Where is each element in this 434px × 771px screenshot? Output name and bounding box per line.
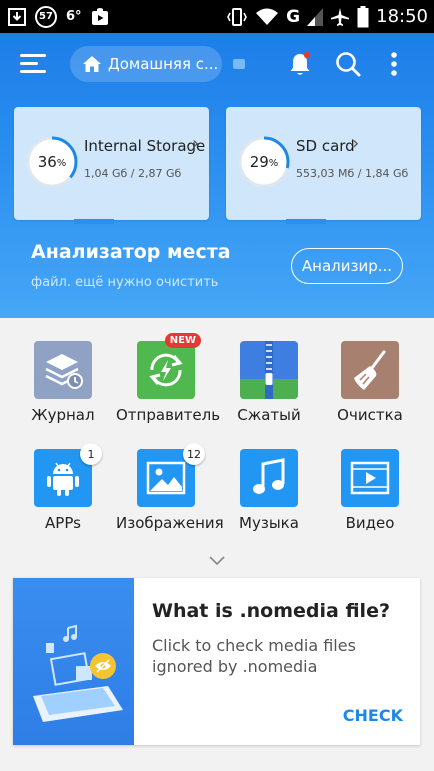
temperature-label: 6° [66, 9, 82, 24]
status-bar-left: 57 6° [8, 0, 109, 33]
play-store-icon [91, 7, 108, 25]
category-sender[interactable]: NEW Отправитель [116, 333, 221, 424]
path-breadcrumb[interactable]: Домашняя с... [70, 46, 222, 82]
new-badge: NEW [164, 333, 201, 348]
status-bar: 57 6° G 18:50 [0, 0, 434, 33]
check-button[interactable]: CHECK [343, 706, 403, 725]
notification-count-icon: 57 [35, 5, 57, 28]
storage-sizes: 553,03 Мб / 1,84 Gб [296, 167, 409, 180]
search-icon [336, 52, 361, 77]
category-label: APPs [45, 514, 81, 532]
clock: 18:50 [376, 6, 428, 27]
more-vertical-icon [391, 52, 397, 76]
header-panel: Домашняя с... 36 % Internal Storage › 1,… [0, 33, 434, 318]
category-cleaner[interactable]: Очистка [320, 341, 420, 424]
storage-card-internal[interactable]: 36% Internal Storage › 1,04 Gб / 2,87 Gб [14, 107, 209, 224]
path-label: Домашняя с... [108, 55, 219, 73]
network-type-label: G [286, 6, 301, 27]
storage-sizes: 1,04 Gб / 2,87 Gб [84, 167, 182, 180]
expand-categories-button[interactable] [209, 551, 225, 570]
menu-icon[interactable] [20, 54, 46, 74]
airplane-icon [331, 7, 350, 26]
category-label: Отправитель [116, 406, 221, 424]
storage-card-sd[interactable]: 29% SD card › 553,03 Мб / 1,84 Gб [226, 107, 421, 224]
video-icon [341, 449, 399, 507]
category-apps[interactable]: 1 APPs [13, 443, 113, 532]
storage-percent: 36% [37, 153, 67, 171]
nomedia-promo-card[interactable]: What is .nomedia file? Click to check me… [13, 578, 420, 745]
history-icon [34, 341, 92, 399]
analyzer-subtitle: файл. ещё нужно очистить [31, 275, 219, 290]
download-icon [8, 7, 26, 26]
battery-icon [357, 5, 369, 27]
notifications-button[interactable] [284, 48, 316, 80]
count-badge: 12 [183, 443, 205, 465]
music-icon [240, 449, 298, 507]
category-label: Музыка [239, 514, 299, 532]
category-label: Очистка [337, 406, 403, 424]
image-icon: 12 [137, 443, 205, 507]
analyzer-title: Анализатор места [31, 241, 231, 263]
wifi-icon [256, 8, 279, 25]
chevron-right-icon: › [192, 133, 200, 154]
chevron-down-icon [209, 556, 225, 566]
storage-percent: 29% [249, 153, 279, 171]
overflow-menu-button[interactable] [378, 48, 410, 80]
category-label: Видео [345, 514, 395, 532]
count-badge: 1 [80, 443, 102, 465]
storage-title: Internal Storage [84, 137, 206, 155]
android-icon: 1 [34, 443, 102, 507]
analyze-button[interactable]: Анализир... [291, 248, 403, 284]
category-history[interactable]: Журнал [13, 341, 113, 424]
bell-icon [290, 51, 311, 75]
promo-title: What is .nomedia file? [152, 600, 390, 622]
home-icon [83, 56, 101, 72]
broom-icon [341, 341, 399, 399]
signal-icon [307, 7, 324, 26]
category-compressed[interactable]: Сжатый [219, 341, 319, 424]
storage-title: SD card [296, 137, 355, 155]
zip-icon [240, 341, 298, 399]
nomedia-illustration [13, 578, 134, 745]
category-video[interactable]: Видео [320, 449, 420, 532]
search-button[interactable] [332, 48, 364, 80]
status-bar-right: G 18:50 [226, 0, 428, 33]
category-music[interactable]: Музыка [219, 449, 319, 532]
toolbar: Домашняя с... [0, 33, 434, 95]
promo-description: Click to check media files ignored by .n… [152, 636, 356, 676]
category-label: Изображения [116, 514, 224, 532]
vibrate-icon [227, 7, 248, 26]
category-label: Сжатый [237, 406, 301, 424]
category-label: Журнал [31, 406, 95, 424]
chevron-right-icon: › [352, 133, 360, 154]
sender-icon: NEW [137, 333, 201, 399]
category-images[interactable]: 12 Изображения [116, 443, 224, 532]
path-more-icon[interactable] [233, 59, 245, 69]
